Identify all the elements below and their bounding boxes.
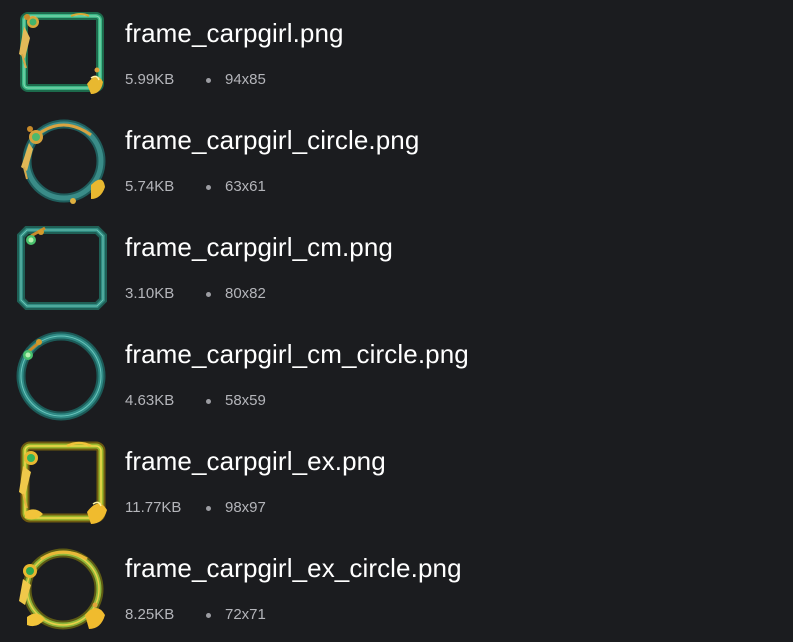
file-item[interactable]: frame_carpgirl_ex_circle.png 8.25KB 72x7… [0, 535, 793, 642]
circle-teal-frame-icon [11, 329, 111, 421]
file-dimensions: 72x71 [225, 606, 266, 623]
file-item[interactable]: frame_carpgirl_ex.png 11.77KB 98x97 [0, 428, 793, 535]
square-gold-frame-icon [11, 436, 111, 528]
file-name: frame_carpgirl_ex_circle.png [125, 553, 462, 583]
file-list: frame_carpgirl.png 5.99KB 94x85 frame_ca… [0, 0, 793, 642]
file-size: 5.99KB [125, 71, 175, 88]
file-item[interactable]: frame_carpgirl_circle.png 5.74KB 63x61 [0, 107, 793, 214]
separator-dot [206, 399, 211, 404]
separator-dot [206, 506, 211, 511]
circle-jade-frame-icon [11, 115, 111, 207]
file-name: frame_carpgirl_ex.png [125, 446, 386, 476]
file-dimensions: 80x82 [225, 285, 266, 302]
separator-dot [206, 185, 211, 190]
file-dimensions: 98x97 [225, 499, 266, 516]
file-size: 5.74KB [125, 178, 175, 195]
file-item[interactable]: frame_carpgirl_cm_circle.png 4.63KB 58x5… [0, 321, 793, 428]
file-item[interactable]: frame_carpgirl_cm.png 3.10KB 80x82 [0, 214, 793, 321]
file-size: 4.63KB [125, 392, 175, 409]
file-name: frame_carpgirl_cm_circle.png [125, 339, 469, 369]
file-name: frame_carpgirl.png [125, 18, 344, 48]
separator-dot [206, 613, 211, 618]
file-item[interactable]: frame_carpgirl.png 5.99KB 94x85 [0, 0, 793, 107]
file-name: frame_carpgirl_circle.png [125, 125, 420, 155]
file-size: 8.25KB [125, 606, 175, 623]
circle-gold-frame-icon [11, 543, 111, 635]
square-jade-frame-icon [11, 8, 111, 100]
file-dimensions: 94x85 [225, 71, 266, 88]
separator-dot [206, 78, 211, 83]
file-dimensions: 58x59 [225, 392, 266, 409]
square-teal-frame-icon [11, 222, 111, 314]
separator-dot [206, 292, 211, 297]
file-size: 3.10KB [125, 285, 175, 302]
file-size: 11.77KB [125, 499, 182, 516]
file-dimensions: 63x61 [225, 178, 266, 195]
file-name: frame_carpgirl_cm.png [125, 232, 393, 262]
